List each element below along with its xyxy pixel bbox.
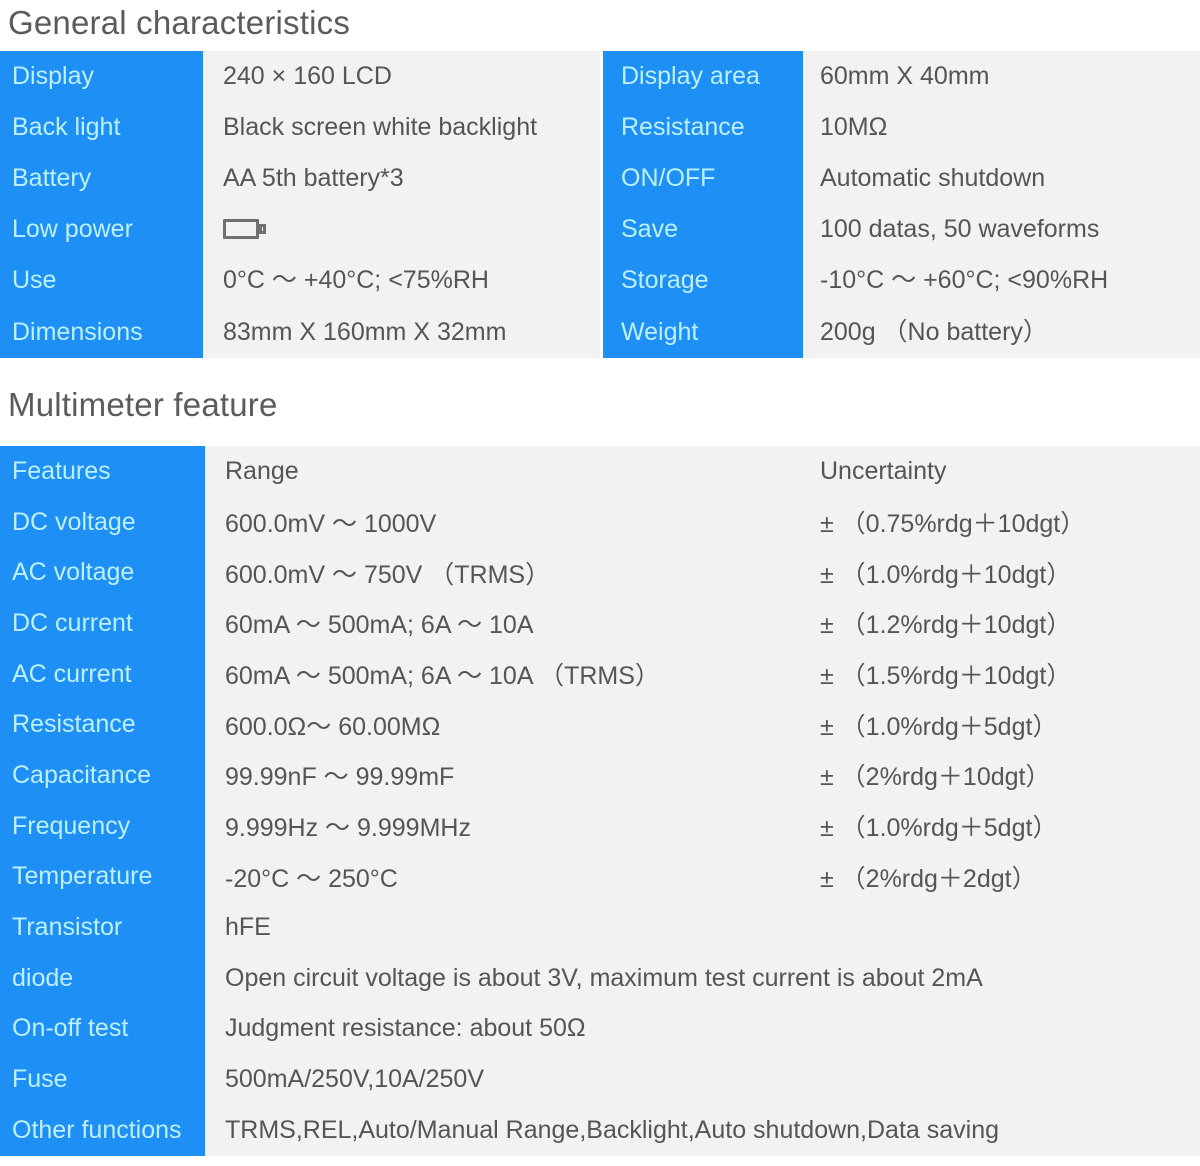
table-row-value: 200g （No battery）: [820, 317, 1048, 346]
table-row-range: 600.0mV ～ 1000V: [225, 510, 437, 539]
table-row: 99.99nF ～ 99.99mF ± （2%rdg＋10dgt）: [205, 750, 1200, 801]
table-row-uncertainty: ± （1.0%rdg＋5dgt）: [820, 814, 1058, 843]
table-row-uncertainty: ± （1.2%rdg＋10dgt）: [820, 611, 1072, 640]
table-row: 60mA ～ 500mA; 6A ～ 10A ± （1.2%rdg＋10dgt）: [205, 598, 1200, 649]
table-row-uncertainty: ± （2%rdg＋10dgt）: [820, 763, 1051, 792]
general-table-left-half: Display Back light Battery Low power Use…: [0, 51, 600, 358]
table-row-key: diode: [12, 963, 74, 992]
table-row-key: AC current: [12, 659, 132, 688]
table-row-value: 10MΩ: [820, 113, 888, 142]
general-characteristics-title: General characteristics: [8, 4, 351, 41]
table-row-key: Storage: [621, 266, 709, 295]
table-row-key: AC voltage: [12, 558, 135, 587]
table-row: Judgment resistance: about 50Ω: [205, 1004, 1200, 1055]
table-row-range: 99.99nF ～ 99.99mF: [225, 763, 455, 792]
table-row-uncertainty: ± （1.5%rdg＋10dgt）: [820, 662, 1072, 691]
table-row-range: 60mA ～ 500mA; 6A ～ 10A: [225, 611, 534, 640]
general-characteristics-table: Display Back light Battery Low power Use…: [0, 51, 1200, 358]
table-row-value: 0°C ～ +40°C; <75%RH: [223, 266, 489, 295]
table-row-range: 600.0Ω～ 60.00MΩ: [225, 712, 441, 741]
table-row: 600.0mV ～ 1000V ± （0.75%rdg＋10dgt）: [205, 497, 1200, 548]
table-row-range: hFE: [225, 913, 271, 942]
table-row-key: Resistance: [621, 113, 745, 142]
general-left-value-column: 240 × 160 LCD Black screen white backlig…: [203, 51, 600, 358]
table-row-key: Other functions: [12, 1115, 182, 1144]
table-row-value: Automatic shutdown: [820, 164, 1046, 193]
table-row-range: Judgment resistance: about 50Ω: [225, 1014, 586, 1043]
table-row-key: Display: [12, 62, 94, 91]
table-row-uncertainty: ± （1.0%rdg＋5dgt）: [820, 712, 1058, 741]
table-row: 60mA ～ 500mA; 6A ～ 10A （TRMS） ± （1.5%rdg…: [205, 649, 1200, 700]
multimeter-value-area: Range Uncertainty 600.0mV ～ 1000V ± （0.7…: [205, 446, 1200, 1156]
table-row-key: Battery: [12, 164, 92, 193]
table-row: -20°C ～ 250°C ± （2%rdg＋2dgt）: [205, 852, 1200, 903]
table-row-key: Low power: [12, 215, 133, 244]
table-row-key: Fuse: [12, 1065, 68, 1094]
table-row-key: On-off test: [12, 1014, 129, 1043]
table-row-range: 9.999Hz ～ 9.999MHz: [225, 814, 471, 843]
table-row: 600.0Ω～ 60.00MΩ ± （1.0%rdg＋5dgt）: [205, 699, 1200, 750]
table-row: 500mA/250V,10A/250V: [205, 1054, 1200, 1105]
battery-icon: [223, 218, 267, 241]
table-row-key: DC voltage: [12, 507, 136, 536]
table-row-key: Temperature: [12, 862, 153, 891]
table-row-value: AA 5th battery*3: [223, 164, 404, 193]
table-row-key: Capacitance: [12, 760, 151, 789]
table-row: 600.0mV ～ 750V （TRMS） ± （1.0%rdg＋10dgt）: [205, 547, 1200, 598]
table-row: TRMS,REL,Auto/Manual Range,Backlight,Aut…: [205, 1105, 1200, 1156]
general-right-value-column: 60mm X 40mm 10MΩ Automatic shutdown 100 …: [803, 51, 1200, 358]
table-row-key: Use: [12, 266, 57, 295]
table-row-value: 100 datas, 50 waveforms: [820, 215, 1100, 244]
table-header-row: Range Uncertainty: [205, 446, 1200, 497]
table-row-range: 60mA ～ 500mA; 6A ～ 10A （TRMS）: [225, 662, 660, 691]
table-row-value: -10°C ～ +60°C; <90%RH: [820, 266, 1109, 295]
table-row-key: DC current: [12, 608, 133, 637]
table-row-key: Frequency: [12, 811, 131, 840]
column-header-range: Range: [225, 456, 299, 485]
table-row-key: Weight: [621, 317, 699, 346]
table-row-value: 60mm X 40mm: [820, 62, 990, 91]
table-row: 9.999Hz ～ 9.999MHz ± （1.0%rdg＋5dgt）: [205, 801, 1200, 852]
table-row: Open circuit voltage is about 3V, maximu…: [205, 953, 1200, 1004]
table-row-key: Dimensions: [12, 317, 143, 346]
table-row-key: Display area: [621, 62, 760, 91]
table-row-value: 240 × 160 LCD: [223, 62, 392, 91]
table-row-uncertainty: ± （2%rdg＋2dgt）: [820, 864, 1037, 893]
table-row-uncertainty: ± （1.0%rdg＋10dgt）: [820, 560, 1072, 589]
table-row-range: 600.0mV ～ 750V （TRMS）: [225, 560, 551, 589]
table-row-key: Back light: [12, 113, 121, 142]
low-power-battery-cell: [223, 204, 600, 255]
table-row-value: 83mm X 160mm X 32mm: [223, 317, 507, 346]
general-table-right-half: Display area Resistance ON/OFF Save Stor…: [600, 51, 1200, 358]
table-row-value: Black screen white backlight: [223, 113, 538, 142]
table-row-key: Resistance: [12, 710, 136, 739]
table-row-range: -20°C ～ 250°C: [225, 864, 398, 893]
column-header-uncertainty: Uncertainty: [820, 456, 947, 485]
table-row: hFE: [205, 902, 1200, 953]
table-row-range: Open circuit voltage is about 3V, maximu…: [225, 963, 983, 992]
table-row-uncertainty: ± （0.75%rdg＋10dgt）: [820, 510, 1086, 539]
multimeter-feature-table: Features DC voltage AC voltage DC curren…: [0, 446, 1200, 1156]
table-row-range: TRMS,REL,Auto/Manual Range,Backlight,Aut…: [225, 1115, 1000, 1144]
table-row-key: ON/OFF: [621, 164, 716, 193]
column-header-features: Features: [12, 456, 111, 485]
multimeter-key-column: Features DC voltage AC voltage DC curren…: [0, 446, 205, 1156]
general-right-key-column: Display area Resistance ON/OFF Save Stor…: [603, 51, 803, 358]
spec-sheet-page: General characteristics Display Back lig…: [0, 0, 1200, 1166]
table-row-key: Transistor: [12, 913, 123, 942]
general-left-key-column: Display Back light Battery Low power Use…: [0, 51, 203, 358]
multimeter-feature-title: Multimeter feature: [8, 386, 278, 423]
table-row-key: Save: [621, 215, 678, 244]
table-row-range: 500mA/250V,10A/250V: [225, 1065, 485, 1094]
